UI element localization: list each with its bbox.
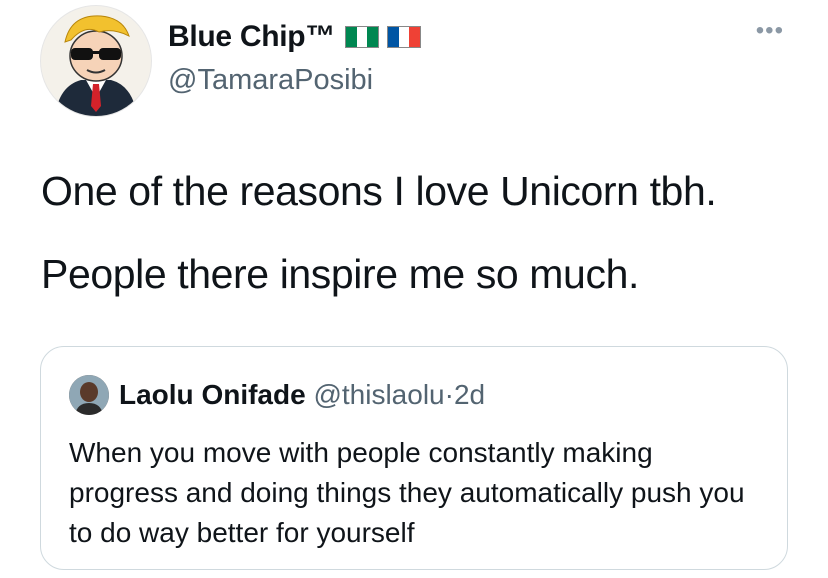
more-dots-icon[interactable]: ••• xyxy=(756,19,784,43)
tweet-text-line: People there inspire me so much. xyxy=(41,251,639,297)
flags xyxy=(345,26,421,48)
quoted-author-row: Laolu Onifade @thislaolu·2d xyxy=(119,379,485,411)
author-avatar[interactable] xyxy=(40,5,152,117)
quoted-tweet-text: When you move with people constantly mak… xyxy=(69,437,745,548)
quoted-author-name[interactable]: Laolu Onifade xyxy=(119,379,306,410)
tweet: Blue Chip™ @TamaraPosibi ••• One of the … xyxy=(0,0,828,578)
quoted-timestamp[interactable]: 2d xyxy=(454,379,485,410)
author-handle[interactable]: @TamaraPosibi xyxy=(168,64,373,97)
author-name-row: Blue Chip™ xyxy=(168,20,421,54)
quoted-author-handle[interactable]: @thislaolu xyxy=(313,379,444,410)
quoted-author-avatar[interactable] xyxy=(69,375,109,415)
person-avatar-icon xyxy=(69,375,109,415)
quoted-separator: · xyxy=(444,379,454,410)
quoted-tweet[interactable]: Laolu Onifade @thislaolu·2d When you mov… xyxy=(40,346,788,570)
wallstreetbets-mascot-icon xyxy=(55,15,137,116)
france-flag-icon xyxy=(387,26,421,48)
nigeria-flag-icon xyxy=(345,26,379,48)
tweet-text: One of the reasons I love Unicorn tbh. P… xyxy=(41,166,801,332)
author-display-name[interactable]: Blue Chip™ xyxy=(168,20,335,54)
tweet-text-line: One of the reasons I love Unicorn tbh. xyxy=(41,168,717,214)
